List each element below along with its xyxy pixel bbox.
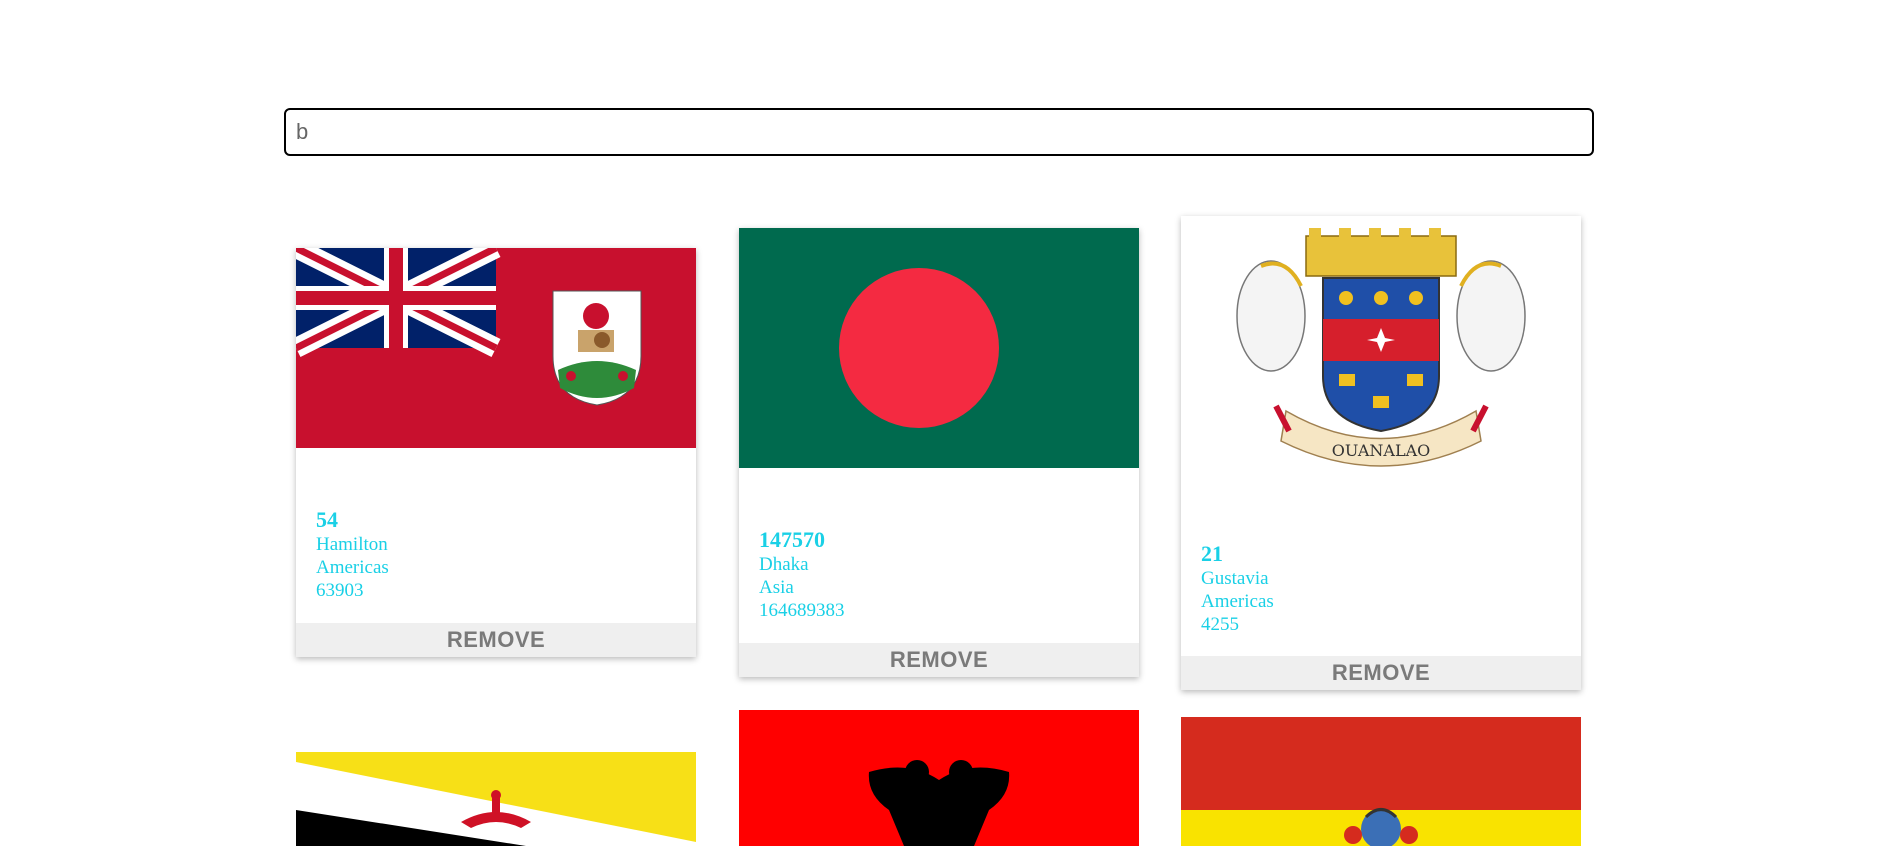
card-region: Asia [759, 577, 794, 598]
country-card [1181, 717, 1581, 846]
country-card [739, 710, 1139, 846]
search-input[interactable] [284, 108, 1594, 156]
card-capital: Hamilton [316, 534, 388, 555]
bermuda-flag [296, 248, 696, 448]
country-card: 147570 Dhaka Asia 164689383 REMOVE [739, 228, 1139, 677]
card-population: 63903 [316, 580, 364, 601]
brunei-flag [296, 752, 696, 846]
country-card: 54 Hamilton Americas 63903 REMOVE [296, 248, 696, 657]
card-capital: Dhaka [759, 554, 809, 575]
country-card: OUANALAO 21 Gustavia Americas 4255 REMOV… [1181, 216, 1581, 690]
card-number: 21 [1201, 541, 1223, 566]
remove-button[interactable]: REMOVE [1181, 656, 1581, 690]
card-number: 54 [316, 507, 338, 532]
country-card [296, 752, 696, 846]
coat-of-arms-motto: OUANALAO [1332, 441, 1431, 460]
card-region: Americas [1201, 591, 1274, 612]
card-number: 147570 [759, 527, 825, 552]
card-population: 164689383 [759, 600, 845, 621]
albania-flag [739, 710, 1139, 846]
bangladesh-flag [739, 228, 1139, 468]
bolivia-flag [1181, 717, 1581, 846]
card-region: Americas [316, 557, 389, 578]
remove-button[interactable]: REMOVE [296, 623, 696, 657]
card-population: 4255 [1201, 614, 1239, 635]
remove-button[interactable]: REMOVE [739, 643, 1139, 677]
saint-barthelemy-coat-of-arms: OUANALAO [1181, 216, 1581, 481]
card-capital: Gustavia [1201, 568, 1269, 589]
